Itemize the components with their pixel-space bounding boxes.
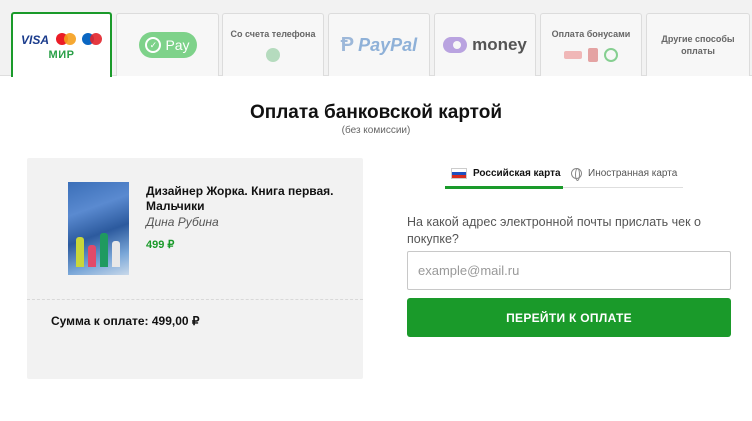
mastercard-logo — [55, 33, 76, 46]
phone-tab-label: Со счета телефона — [230, 29, 316, 39]
proceed-to-payment-button[interactable]: ПЕРЕЙТИ К ОПЛАТЕ — [407, 298, 731, 337]
bonus-tab-label: Оплата бонусами — [551, 29, 631, 39]
bonus-program-icons — [564, 48, 618, 62]
page-title: Оплата банковской картой — [249, 102, 503, 123]
check-icon: ✓ — [145, 37, 162, 53]
yoomoney-icon — [443, 37, 468, 53]
payment-method-tabs: VISA МИР ✓ Pay Со счета телефона Ᵽ PayPa… — [0, 0, 752, 77]
yoomoney-label: money — [472, 35, 527, 54]
russia-flag-icon — [451, 167, 467, 179]
book-cover-image — [68, 182, 129, 275]
book-author: Дина Рубина — [146, 215, 219, 229]
tab-foreign-card[interactable]: Иностранная карта — [571, 158, 683, 188]
paypal-label: PayPal — [358, 34, 418, 55]
order-total: Сумма к оплате: 499,00 ₽ — [51, 314, 200, 328]
bonus-card-icon — [564, 51, 582, 59]
russian-card-label: Российская карта — [473, 167, 561, 179]
paypal-icon: Ᵽ — [340, 33, 355, 56]
mir-logo: МИР — [48, 48, 75, 61]
book-title[interactable]: Дизайнер Жорка. Книга первая. Мальчики — [146, 184, 346, 214]
tab-phone-account[interactable]: Со счета телефона — [222, 13, 324, 76]
visa-logo: VISA — [21, 32, 50, 47]
card-type-tabs: Российская карта Иностранная карта — [445, 158, 683, 189]
book-price: 499 ₽ — [146, 239, 175, 251]
email-prompt: На какой адрес электронной почты прислат… — [407, 215, 701, 246]
tab-bonus[interactable]: Оплата бонусами — [540, 13, 642, 76]
order-summary: Дизайнер Жорка. Книга первая. Мальчики Д… — [27, 158, 363, 379]
yoomoney-logo: money — [443, 35, 527, 55]
tab-russian-card[interactable]: Российская карта — [445, 158, 563, 189]
foreign-card-label: Иностранная карта — [588, 167, 678, 179]
maestro-logo — [81, 33, 102, 46]
tab-yoomoney[interactable]: money — [434, 13, 536, 76]
tab-other-methods[interactable]: Другие способы оплаты — [646, 13, 750, 76]
order-divider — [27, 299, 363, 300]
email-input[interactable] — [407, 251, 731, 290]
bonus-check-icon — [604, 48, 618, 62]
globe-icon — [571, 167, 582, 181]
tab-sbp[interactable]: ✓ Pay — [116, 13, 219, 76]
page-subtitle: (без комиссии) — [341, 125, 411, 136]
tab-paypal[interactable]: Ᵽ PayPal — [328, 13, 430, 76]
operator-icon — [266, 48, 280, 62]
bonus-gift-icon — [588, 48, 598, 62]
other-tab-label: Другие способы оплаты — [661, 34, 735, 56]
sbp-label: Pay — [165, 37, 190, 53]
paypal-logo: Ᵽ PayPal — [341, 34, 417, 57]
sbp-pay-logo: ✓ Pay — [138, 32, 197, 58]
tab-bank-card[interactable]: VISA МИР — [11, 12, 112, 77]
